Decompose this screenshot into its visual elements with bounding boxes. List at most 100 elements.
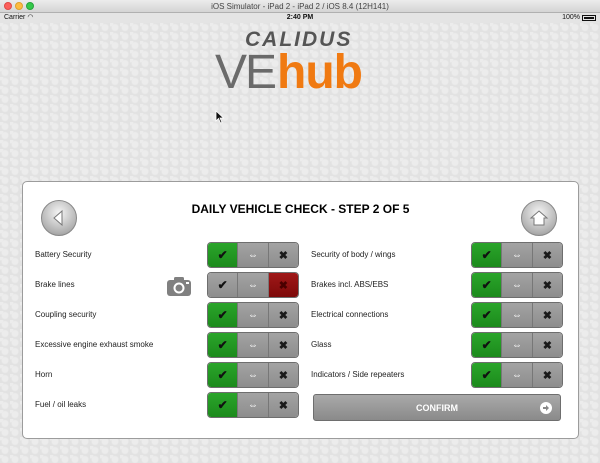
check-label: Battery Security bbox=[35, 250, 92, 259]
battery-indicator: 100% bbox=[562, 13, 596, 23]
check-label: Brake lines bbox=[35, 280, 75, 289]
pass-button[interactable]: ✔ bbox=[208, 303, 238, 327]
checkmark-icon: ✔ bbox=[481, 248, 492, 262]
fail-button[interactable]: ✖ bbox=[531, 243, 562, 267]
pass-na-fail-toggle: ✔ ⇔ ✖ bbox=[207, 272, 299, 298]
home-icon bbox=[529, 210, 549, 226]
pass-na-fail-toggle: ✔ ⇔ ✖ bbox=[207, 242, 299, 268]
checkmark-icon: ✔ bbox=[481, 308, 492, 322]
double-arrow-icon: ⇔ bbox=[247, 399, 258, 411]
pass-button[interactable]: ✔ bbox=[208, 363, 238, 387]
cross-icon: ✖ bbox=[542, 279, 552, 292]
simulator-title-bar: iOS Simulator - iPad 2 - iPad 2 / iOS 8.… bbox=[0, 0, 600, 13]
double-arrow-icon: ⇔ bbox=[511, 279, 522, 291]
home-button[interactable] bbox=[521, 200, 557, 236]
check-row: Fuel / oil leaks ✔ ⇔ ✖ bbox=[35, 392, 299, 418]
check-label: Fuel / oil leaks bbox=[35, 400, 87, 409]
check-label: Coupling security bbox=[35, 310, 97, 319]
double-arrow-icon: ⇔ bbox=[247, 339, 258, 351]
check-label: Glass bbox=[311, 340, 332, 349]
cross-icon: ✖ bbox=[278, 279, 288, 292]
window-minimize-button[interactable] bbox=[15, 2, 23, 10]
check-label: Excessive engine exhaust smoke bbox=[35, 340, 154, 349]
fail-button[interactable]: ✖ bbox=[267, 333, 298, 357]
checkmark-icon: ✔ bbox=[481, 368, 492, 382]
window-maximize-button[interactable] bbox=[26, 2, 34, 10]
not-applicable-button[interactable]: ⇔ bbox=[237, 363, 268, 387]
logo-hub-text: hub bbox=[277, 46, 363, 99]
cross-icon: ✖ bbox=[542, 339, 552, 352]
camera-icon[interactable] bbox=[165, 274, 193, 298]
check-label: Electrical connections bbox=[311, 310, 389, 319]
pass-na-fail-toggle: ✔ ⇔ ✖ bbox=[471, 302, 563, 328]
checkmark-icon: ✔ bbox=[217, 338, 228, 352]
not-applicable-button[interactable]: ⇔ bbox=[501, 273, 532, 297]
double-arrow-icon: ⇔ bbox=[247, 279, 258, 291]
pass-na-fail-toggle: ✔ ⇔ ✖ bbox=[207, 392, 299, 418]
not-applicable-button[interactable]: ⇔ bbox=[237, 393, 268, 417]
logo-ve-text: VE bbox=[215, 46, 277, 99]
fail-button[interactable]: ✖ bbox=[267, 243, 298, 267]
pass-button[interactable]: ✔ bbox=[208, 243, 238, 267]
confirm-button[interactable]: CONFIRM bbox=[313, 394, 561, 421]
pass-na-fail-toggle: ✔ ⇔ ✖ bbox=[471, 242, 563, 268]
check-label: Horn bbox=[35, 370, 53, 379]
fail-button[interactable]: ✖ bbox=[267, 273, 298, 297]
pass-button[interactable]: ✔ bbox=[472, 303, 502, 327]
calidus-vehub-logo: CALIDUS VE hub bbox=[215, 28, 385, 100]
checkmark-icon: ✔ bbox=[481, 338, 492, 352]
checkmark-icon: ✔ bbox=[217, 308, 228, 322]
fail-button[interactable]: ✖ bbox=[531, 273, 562, 297]
ios-status-bar: Carrier ◠ 2:40 PM 100% bbox=[0, 13, 600, 23]
fail-button[interactable]: ✖ bbox=[267, 363, 298, 387]
double-arrow-icon: ⇔ bbox=[511, 369, 522, 381]
pass-button[interactable]: ✔ bbox=[208, 333, 238, 357]
pass-na-fail-toggle: ✔ ⇔ ✖ bbox=[207, 332, 299, 358]
pass-na-fail-toggle: ✔ ⇔ ✖ bbox=[207, 362, 299, 388]
double-arrow-icon: ⇔ bbox=[247, 249, 258, 261]
pass-button[interactable]: ✔ bbox=[208, 393, 238, 417]
arrow-right-icon bbox=[540, 402, 552, 414]
cross-icon: ✖ bbox=[278, 399, 288, 412]
pass-button[interactable]: ✔ bbox=[472, 333, 502, 357]
battery-icon bbox=[582, 15, 596, 21]
not-applicable-button[interactable]: ⇔ bbox=[501, 333, 532, 357]
fail-button[interactable]: ✖ bbox=[267, 303, 298, 327]
not-applicable-button[interactable]: ⇔ bbox=[501, 243, 532, 267]
cross-icon: ✖ bbox=[278, 249, 288, 262]
not-applicable-button[interactable]: ⇔ bbox=[237, 243, 268, 267]
check-label: Security of body / wings bbox=[311, 250, 396, 259]
check-row: Coupling security ✔ ⇔ ✖ bbox=[35, 302, 299, 328]
not-applicable-button[interactable]: ⇔ bbox=[237, 303, 268, 327]
fail-button[interactable]: ✖ bbox=[267, 393, 298, 417]
window-close-button[interactable] bbox=[4, 2, 12, 10]
pass-button[interactable]: ✔ bbox=[208, 273, 238, 297]
not-applicable-button[interactable]: ⇔ bbox=[501, 303, 532, 327]
cross-icon: ✖ bbox=[278, 339, 288, 352]
fail-button[interactable]: ✖ bbox=[531, 333, 562, 357]
pass-button[interactable]: ✔ bbox=[472, 273, 502, 297]
pass-button[interactable]: ✔ bbox=[472, 363, 502, 387]
not-applicable-button[interactable]: ⇔ bbox=[501, 363, 532, 387]
pass-button[interactable]: ✔ bbox=[472, 243, 502, 267]
double-arrow-icon: ⇔ bbox=[511, 339, 522, 351]
double-arrow-icon: ⇔ bbox=[511, 249, 522, 261]
fail-button[interactable]: ✖ bbox=[531, 363, 562, 387]
check-row: Battery Security ✔ ⇔ ✖ bbox=[35, 242, 299, 268]
check-row: Electrical connections ✔ ⇔ ✖ bbox=[311, 302, 563, 328]
check-row: Horn ✔ ⇔ ✖ bbox=[35, 362, 299, 388]
checkmark-icon: ✔ bbox=[217, 278, 228, 292]
check-row: Glass ✔ ⇔ ✖ bbox=[311, 332, 563, 358]
window-title: iOS Simulator - iPad 2 - iPad 2 / iOS 8.… bbox=[211, 2, 389, 11]
checkmark-icon: ✔ bbox=[217, 368, 228, 382]
cross-icon: ✖ bbox=[278, 369, 288, 382]
mouse-cursor-icon bbox=[215, 110, 225, 124]
fail-button[interactable]: ✖ bbox=[531, 303, 562, 327]
check-row: Brakes incl. ABS/EBS ✔ ⇔ ✖ bbox=[311, 272, 563, 298]
check-label: Indicators / Side repeaters bbox=[311, 370, 405, 379]
cross-icon: ✖ bbox=[542, 369, 552, 382]
page-title: DAILY VEHICLE CHECK - STEP 2 OF 5 bbox=[191, 202, 410, 216]
pass-na-fail-toggle: ✔ ⇔ ✖ bbox=[207, 302, 299, 328]
not-applicable-button[interactable]: ⇔ bbox=[237, 273, 268, 297]
not-applicable-button[interactable]: ⇔ bbox=[237, 333, 268, 357]
